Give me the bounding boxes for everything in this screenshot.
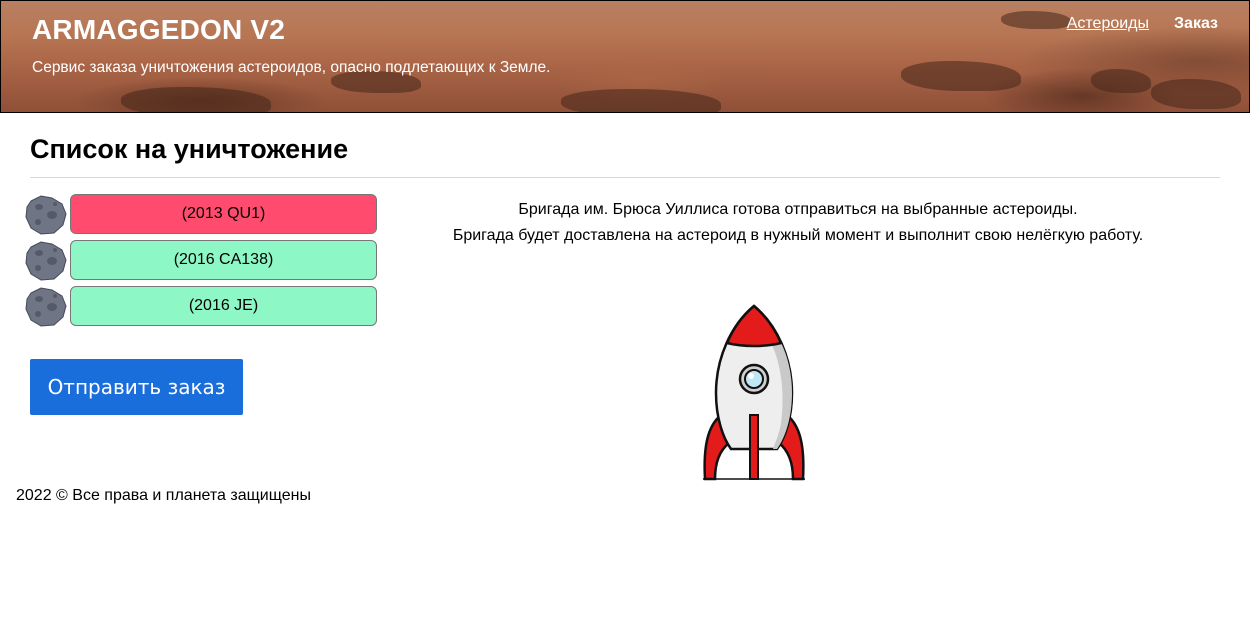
brigade-info: Бригада им. Брюса Уиллиса готова отправи… [380,197,1216,249]
list-item: (2016 JE) [25,285,380,331]
asteroid-chip-dangerous[interactable]: (2013 QU1) [70,194,377,234]
rocket-icon [703,304,805,481]
asteroid-list: (2013 QU1) (2016 CA138) (2016 JE) [25,193,380,331]
header-banner: ARMAGGEDON V2 Сервис заказа уничтожения … [0,0,1250,113]
divider [30,177,1220,178]
app-title: ARMAGGEDON V2 [32,14,286,45]
list-item: (2013 QU1) [25,193,380,239]
nav-link-order[interactable]: Заказ [1174,15,1218,33]
info-line: Бригада им. Брюса Уиллиса готова отправи… [518,201,1078,218]
top-nav: Астероиды Заказ [1067,15,1218,33]
list-item: (2016 CA138) [25,239,380,285]
asteroid-chip-safe[interactable]: (2016 CA138) [70,240,377,280]
asteroid-icon [25,195,67,235]
app-subtitle: Сервис заказа уничтожения астероидов, оп… [32,59,551,76]
asteroid-icon [25,241,67,281]
info-line: Бригада будет доставлена на астероид в н… [452,227,1144,244]
asteroid-chip-safe[interactable]: (2016 JE) [70,286,377,326]
nav-link-asteroids[interactable]: Астероиды [1067,15,1149,33]
asteroid-icon [25,287,67,327]
submit-order-button[interactable]: Отправить заказ [30,359,243,415]
page-title: Список на уничтожение [30,134,349,164]
footer-copyright: 2022 © Все права и планета защищены [16,487,311,504]
